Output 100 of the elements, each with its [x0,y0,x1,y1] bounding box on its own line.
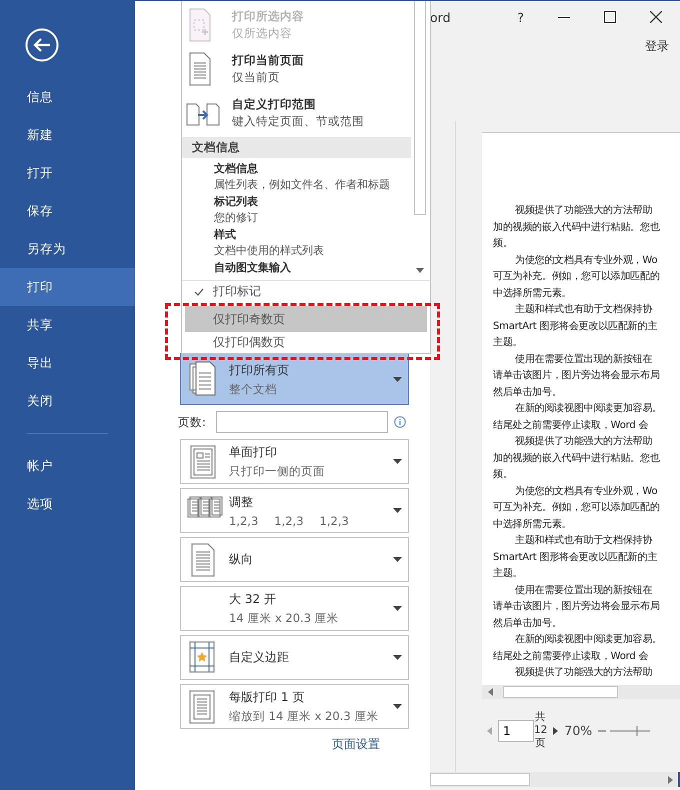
setting-title: 大 32 开 [229,591,277,608]
maximize-icon [604,11,616,23]
sidebar-item[interactable]: 关闭 [0,382,135,420]
back-icon [25,28,59,62]
sidebar-item[interactable]: 导出 [0,344,135,382]
menu-option[interactable]: 打印当前页面 仅当前页 [182,47,411,91]
option-title: 打印当前页面 [232,53,304,68]
scroll-left-icon [488,688,493,696]
text-line: 主题和样式也有助于文档保持协 [514,534,654,548]
window-title: ord [430,10,451,24]
setting-subtitle: 1,2,3 [320,514,349,528]
text-line: 然后单击加号。 [493,386,563,400]
setting-dropdown[interactable]: 自定义边距 [180,635,409,680]
sidebar-item[interactable]: 新建 [0,116,135,154]
toggle-label: 仅打印奇数页 [213,310,285,328]
page-count-label: 页 [535,737,546,750]
sidebar-item[interactable]: 保存 [0,192,135,230]
sidebar-item[interactable]: 共享 [0,306,135,344]
setting-dropdown[interactable]: 纵向 [180,537,409,582]
setting-subtitle: 只打印一侧的页面 [229,464,326,479]
text-line: 中选择所需元素。 [493,518,572,532]
menu-toggle-item[interactable]: 打印标记 [185,282,427,301]
list-item-subtitle: 属性列表，例如文件名、作者和标题 [214,177,391,193]
toggle-label: 打印标记 [213,283,261,300]
sidebar-item[interactable]: 选项 [0,485,135,523]
dropdown-caret-icon [393,655,402,660]
setting-title: 每版打印 1 页 [229,689,306,706]
option-subtitle: 键入特定页面、节或范围 [232,114,364,129]
scroll-thumb[interactable] [503,686,618,698]
dropdown-caret-icon [393,459,402,464]
list-item-title[interactable]: 文档信息 [214,161,411,177]
sidebar-item[interactable]: 打印 [0,268,135,306]
sidebar-item[interactable]: 帐户 [0,447,135,485]
setting-dropdown[interactable]: 单面打印 只打印一侧的页面 [180,439,409,484]
setting-subtitle: 14 厘米 x 20.3 厘米 [229,611,340,626]
list-item-title[interactable]: 标记列表 [214,194,411,210]
text-line: 视频提供了功能强大的方法帮助 [514,204,654,218]
text-line: 结尾处之前需要停止读取，Word 会 [493,418,650,432]
page-count-label: 共 [535,711,546,724]
dropdown-caret-icon [393,606,402,611]
toggle-label: 仅打印偶数页 [213,334,285,351]
horizontal-scrollbar[interactable] [430,772,680,787]
text-line: 加的视频的嵌入代码中进行粘贴。您也 [493,452,661,466]
next-page-icon [553,726,558,734]
text-line: 可互为补充。例如，您可以添加匹配的 [493,500,661,515]
sidebar-item[interactable]: 另存为 [0,230,135,268]
setting-subtitle: 整个文档 [229,382,278,396]
sign-in-link[interactable]: 登录 [645,38,669,54]
text-line: 主题和样式也有助于文档保持协 [514,302,654,317]
setting-subtitle: 1,2,3 [274,514,304,528]
text-line: 请单击该图片，图片旁边将会显示布局 [493,368,661,383]
text-line: 频。 [493,236,514,251]
list-item-title[interactable]: 自动图文集输入 [214,260,411,276]
text-line: 使用在需要位置出现的新按钮在 [514,352,654,366]
setting-dropdown[interactable]: 每版打印 1 页 缩放到 14 厘米 x 20.3 厘米 [180,684,409,729]
scroll-down-icon [416,268,424,273]
text-line: 视频提供了功能强大的方法帮助 [514,666,654,680]
list-item-subtitle: 您的修订 [214,210,259,226]
scroll-thumb[interactable] [414,1,426,215]
zoom-level: 70% [564,723,592,738]
dropdown-caret-icon [393,508,402,513]
text-line: 主题。 [493,336,524,350]
zoom-slider-icon [610,726,650,736]
page-number-field[interactable]: 1 [498,720,534,742]
setting-title: 自定义边距 [229,649,290,666]
text-line: 然后单击加号。 [493,616,563,630]
menu-toggle-item[interactable]: 仅打印奇数页 [185,306,427,332]
close-icon [650,11,662,23]
sidebar-item[interactable]: 信息 [0,78,135,116]
setting-dropdown[interactable]: 打印所有页 整个文档 [180,353,409,405]
pages-input-field[interactable] [216,411,388,433]
setting-subtitle: 1,2,3 [229,514,258,528]
sidebar-item[interactable]: 打开 [0,154,135,192]
page-count-label: 12 [534,724,548,737]
setting-dropdown[interactable]: 调整 1,2,3 1,2,3 1,2,3 [180,488,409,533]
text-line: SmartArt 图形将会更改以匹配新的主 [493,320,658,334]
setting-dropdown[interactable]: 大 32 开 14 厘米 x 20.3 厘米 [180,586,409,631]
dropdown-caret-icon [393,376,402,382]
menu-option[interactable]: 自定义打印范围 键入特定页面、节或范围 [182,91,411,135]
dropdown-caret-icon [393,557,402,562]
list-item-subtitle: 文档中使用的样式列表 [214,243,325,259]
setting-title: 打印所有页 [229,362,290,378]
scroll-thumb[interactable] [430,773,530,786]
menu-toggle-item[interactable]: 仅打印偶数页 [185,333,427,352]
text-line: SmartArt 图形将会更改以匹配新的主 [493,550,658,564]
info-icon [394,416,406,428]
horizontal-scrollbar[interactable] [482,685,680,699]
text-line: 中选择所需元素。 [493,286,572,300]
pages-label: 页数: [178,414,207,430]
setting-title: 单面打印 [229,444,278,461]
section-header: 文档信息 [182,137,411,158]
help-button[interactable]: ? [517,10,524,24]
setting-title: 调整 [229,494,254,510]
text-line: 为使您的文档具有专业外观，Wo [514,484,658,498]
text-line: 加的视频的嵌入代码中进行粘贴。您也 [493,220,661,234]
list-item-title[interactable]: 样式 [214,227,411,243]
option-title: 打印所选内容 [232,9,304,24]
previous-page-icon [487,726,492,734]
page-setup-link[interactable]: 页面设置 [332,736,380,753]
text-line: 频。 [493,468,514,482]
